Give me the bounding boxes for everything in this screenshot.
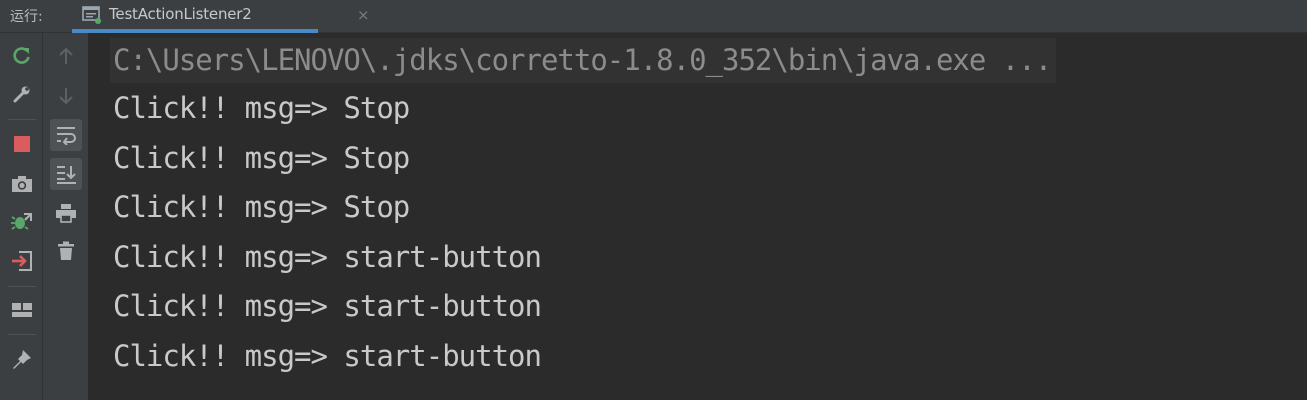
stop-button[interactable]	[7, 129, 37, 159]
close-icon[interactable]: ×	[357, 6, 370, 24]
print-icon	[55, 203, 77, 223]
run-label: 运行:	[10, 9, 43, 25]
console-line: Click!! msg=> start-button	[113, 240, 542, 274]
pin-tab-button[interactable]	[7, 344, 37, 374]
stop-icon	[13, 135, 31, 153]
rerun-button[interactable]	[7, 41, 37, 71]
exit-button[interactable]	[7, 246, 37, 276]
run-toolbar-primary	[0, 33, 43, 400]
scroll-to-end-icon	[55, 164, 77, 184]
down-arrow-icon	[57, 86, 75, 106]
run-config-icon	[82, 6, 102, 24]
rerun-icon	[12, 46, 32, 66]
previous-occurrence-button[interactable]	[51, 41, 81, 71]
pin-icon	[11, 348, 33, 370]
console-line: Click!! msg=> start-button	[113, 339, 542, 373]
trash-icon	[57, 241, 75, 261]
console-line: Click!! msg=> Stop	[113, 190, 410, 224]
soft-wrap-button[interactable]	[50, 119, 82, 151]
modify-run-config-button[interactable]	[7, 79, 37, 109]
next-occurrence-button[interactable]	[51, 81, 81, 111]
tab-test-action-listener2[interactable]: TestActionListener2 ×	[72, 0, 370, 33]
console-line: Click!! msg=> start-button	[113, 289, 542, 323]
thread-dump-button[interactable]	[7, 169, 37, 199]
layout-button[interactable]	[7, 295, 37, 325]
toolbar-separator	[8, 119, 36, 120]
console-line: Click!! msg=> Stop	[113, 141, 410, 175]
run-header-bar: 运行: TestActionListener2 ×	[0, 0, 1307, 33]
console-output[interactable]: C:\Users\LENOVO\.jdks\corretto-1.8.0_352…	[88, 33, 1307, 400]
up-arrow-icon	[57, 46, 75, 66]
debug-threads-icon	[11, 211, 33, 233]
tab-title: TestActionListener2	[109, 5, 252, 23]
print-button[interactable]	[51, 198, 81, 228]
camera-icon	[11, 174, 33, 194]
clear-all-button[interactable]	[51, 236, 81, 266]
run-toolbar-secondary	[43, 33, 88, 400]
exit-icon	[11, 250, 33, 272]
debug-threads-button[interactable]	[7, 207, 37, 237]
scroll-to-end-button[interactable]	[50, 158, 82, 190]
command-line: C:\Users\LENOVO\.jdks\corretto-1.8.0_352…	[110, 38, 1057, 83]
layout-icon	[11, 302, 33, 318]
run-tool-window: 运行: TestActionListener2 × C:\Users\LENOV…	[0, 0, 1307, 400]
wrench-icon	[12, 84, 32, 104]
toolbar-separator	[8, 334, 36, 335]
console-line: Click!! msg=> Stop	[113, 91, 410, 125]
soft-wrap-icon	[55, 125, 77, 145]
toolbar-separator	[8, 286, 36, 287]
